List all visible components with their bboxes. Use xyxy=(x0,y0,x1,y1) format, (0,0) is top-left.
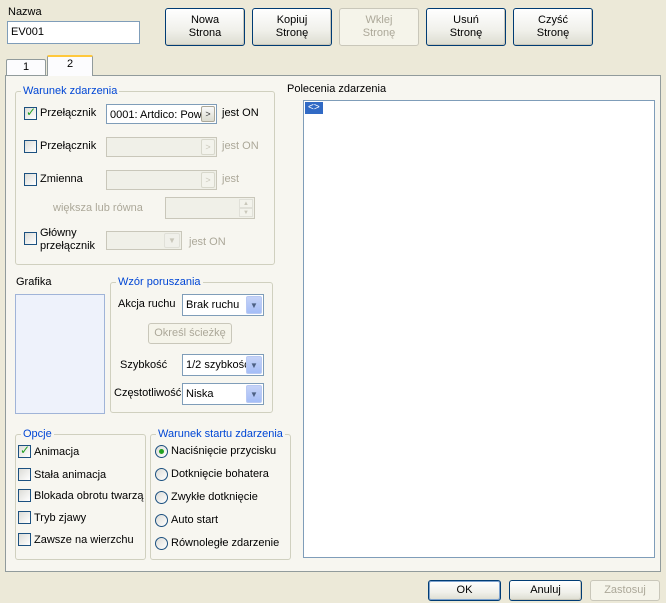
graphic-label: Grafika xyxy=(16,276,52,288)
move-frequency-value: Niska xyxy=(186,388,214,400)
option-through-label: Tryb zjawy xyxy=(34,512,87,524)
commands-list-row[interactable]: <> xyxy=(305,102,323,114)
trigger-player-touch-radio[interactable] xyxy=(155,468,168,481)
chevron-down-icon: ▼ xyxy=(246,296,262,314)
variable-label: Zmienna xyxy=(40,173,83,185)
option-animation-label: Animacja xyxy=(34,446,80,458)
graphic-preview[interactable] xyxy=(15,294,105,414)
option-stepping-label: Stała animacja xyxy=(34,469,107,481)
move-speed-select[interactable]: 1/2 szybkość ▼ xyxy=(182,354,264,376)
chevron-right-icon[interactable]: > xyxy=(201,106,215,122)
variable-suffix: jest xyxy=(222,173,240,185)
chevron-down-icon: ▼ xyxy=(164,233,180,248)
copy-page-button-line1: Kopiuj xyxy=(276,14,308,26)
check-mark-icon: ✓ xyxy=(20,443,31,457)
options-group-title: Opcje xyxy=(21,428,54,441)
delete-page-button-line2: Stronę xyxy=(449,27,483,39)
copy-page-button[interactable]: Kopiuj Stronę xyxy=(252,8,332,46)
clear-page-button-line1: Czyść xyxy=(538,14,568,26)
variable-value-spinner[interactable]: ▲ ▼ xyxy=(165,197,255,219)
move-action-select[interactable]: Brak ruchu ▼ xyxy=(182,294,264,316)
name-input[interactable]: EV001 xyxy=(7,21,140,44)
delete-page-button[interactable]: Usuń Stronę xyxy=(426,8,506,46)
tab-page-1[interactable]: 1 xyxy=(6,59,46,75)
switch2-suffix: jest ON xyxy=(222,140,259,152)
conditions-group-title: Warunek zdarzenia xyxy=(21,85,120,98)
spin-down-icon: ▼ xyxy=(239,208,253,217)
move-speed-value: 1/2 szybkość xyxy=(186,359,250,371)
tab-page-1-label: 1 xyxy=(22,61,30,73)
movement-group-title: Wzór poruszania xyxy=(116,276,203,289)
ok-button[interactable]: OK xyxy=(428,580,501,601)
apply-button[interactable]: Zastosuj xyxy=(590,580,660,601)
name-label: Nazwa xyxy=(8,6,42,18)
trigger-autorun-radio[interactable] xyxy=(155,514,168,527)
variable-checkbox[interactable] xyxy=(24,173,37,186)
gte-label: większa lub równa xyxy=(53,202,143,214)
main-switch-select[interactable]: ▼ xyxy=(106,231,182,250)
option-animation-checkbox[interactable]: ✓ xyxy=(18,443,31,458)
trigger-parallel-label: Równoległe zdarzenie xyxy=(171,537,280,549)
cancel-button[interactable]: Anuluj xyxy=(509,580,582,601)
commands-list[interactable]: <> xyxy=(303,100,655,558)
route-button-label: Określ ścieżkę xyxy=(154,327,226,339)
new-page-button-line1: Nowa xyxy=(190,14,220,26)
option-always-on-top-label: Zawsze na wierzchu xyxy=(34,534,134,546)
new-page-button[interactable]: Nowa Strona xyxy=(165,8,245,46)
copy-page-button-line2: Stronę xyxy=(275,27,309,39)
clear-page-button-line2: Stronę xyxy=(536,27,570,39)
paste-page-button-line2: Stronę xyxy=(362,27,396,39)
main-switch-checkbox[interactable] xyxy=(24,232,37,245)
option-direction-fix-checkbox[interactable] xyxy=(18,489,31,502)
variable-picker[interactable]: > xyxy=(106,170,217,190)
trigger-parallel-radio[interactable] xyxy=(155,537,168,550)
switch2-checkbox[interactable] xyxy=(24,140,37,153)
switch2-picker[interactable]: > xyxy=(106,137,217,157)
apply-button-label: Zastosuj xyxy=(604,584,646,596)
trigger-group-title: Warunek startu zdarzenia xyxy=(156,428,285,441)
switch1-suffix: jest ON xyxy=(222,107,259,119)
cancel-button-label: Anuluj xyxy=(530,584,561,596)
switch1-checkbox[interactable]: ✓ xyxy=(24,105,37,120)
ok-button-label: OK xyxy=(456,584,473,596)
trigger-event-touch-radio[interactable] xyxy=(155,491,168,504)
chevron-right-icon: > xyxy=(201,139,215,155)
new-page-button-line2: Strona xyxy=(188,27,222,39)
commands-title: Polecenia zdarzenia xyxy=(287,83,387,95)
move-action-value: Brak ruchu xyxy=(186,299,240,311)
switch1-label: Przełącznik xyxy=(40,107,97,119)
switch1-value: 0001: Artdico: Pow xyxy=(110,109,202,121)
clear-page-button[interactable]: Czyść Stronę xyxy=(513,8,593,46)
trigger-event-touch-label: Zwykłe dotknięcie xyxy=(171,491,258,503)
switch2-label: Przełącznik xyxy=(40,140,97,152)
move-frequency-label: Częstotliwość xyxy=(114,387,182,399)
move-frequency-select[interactable]: Niska ▼ xyxy=(182,383,264,405)
trigger-action-button-radio[interactable] xyxy=(155,445,168,458)
move-speed-label: Szybkość xyxy=(120,359,168,371)
main-switch-label-line1: Główny xyxy=(40,227,77,239)
trigger-autorun-label: Auto start xyxy=(171,514,219,526)
paste-page-button[interactable]: Wklej Stronę xyxy=(339,8,419,46)
chevron-down-icon: ▼ xyxy=(246,356,262,374)
move-action-label: Akcja ruchu xyxy=(118,298,176,310)
main-switch-suffix: jest ON xyxy=(189,236,226,248)
spin-up-icon: ▲ xyxy=(239,199,253,208)
trigger-player-touch-label: Dotknięcie bohatera xyxy=(171,468,269,480)
main-switch-label-line2: przełącznik xyxy=(40,240,96,252)
switch1-picker[interactable]: 0001: Artdico: Pow > xyxy=(106,104,217,124)
tab-page-2-label: 2 xyxy=(66,58,74,70)
paste-page-button-line1: Wklej xyxy=(365,14,393,26)
option-through-checkbox[interactable] xyxy=(18,511,31,524)
option-stepping-checkbox[interactable] xyxy=(18,468,31,481)
option-direction-fix-label: Blokada obrotu twarzą xyxy=(34,490,144,502)
check-mark-icon: ✓ xyxy=(26,105,37,119)
chevron-down-icon: ▼ xyxy=(246,385,262,403)
route-button[interactable]: Określ ścieżkę xyxy=(148,323,232,344)
tab-page-2[interactable]: 2 xyxy=(47,55,93,76)
chevron-right-icon: > xyxy=(201,172,215,188)
trigger-action-button-label: Naciśnięcie przycisku xyxy=(171,445,277,457)
radio-dot-icon xyxy=(159,449,164,454)
delete-page-button-line1: Usuń xyxy=(453,14,479,26)
option-always-on-top-checkbox[interactable] xyxy=(18,533,31,546)
